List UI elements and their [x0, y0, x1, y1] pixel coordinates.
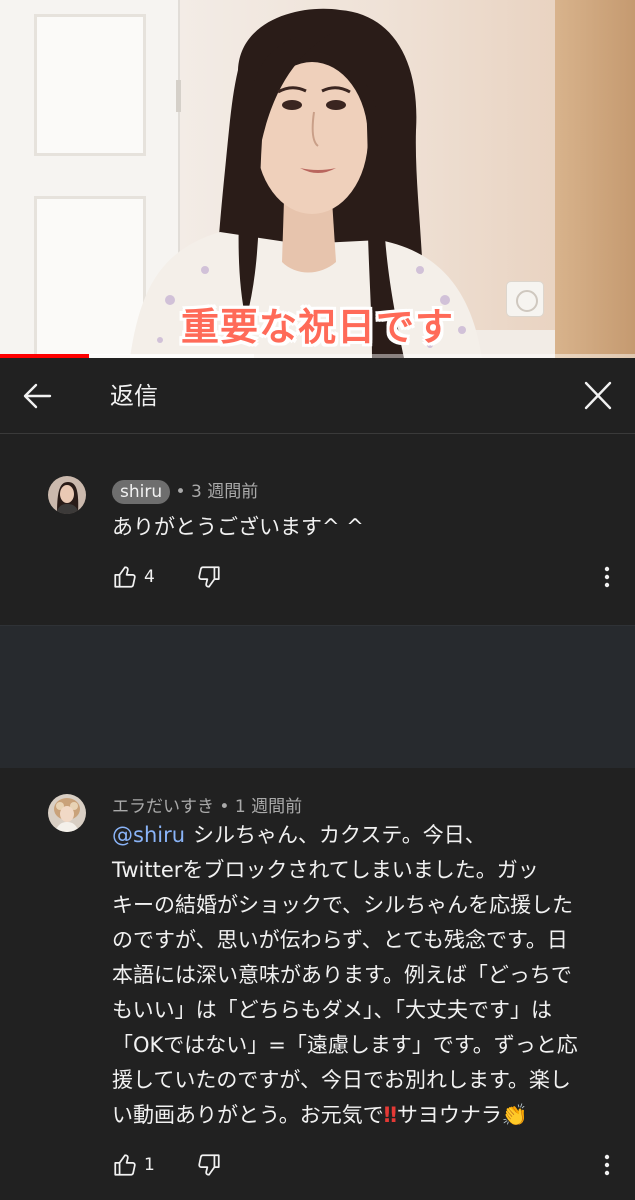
comment-actions: 1 [112, 1150, 222, 1180]
like-count: 1 [144, 1155, 155, 1175]
mention-link[interactable]: @shiru [112, 823, 185, 847]
comment-author[interactable]: shiru [112, 480, 171, 504]
comment-time: 1 週間前 [234, 797, 303, 817]
comment-line: い動画ありがとう。お元気で‼サヨウナラ👏 [112, 1098, 617, 1133]
video-caption: 重要な祝日です [180, 305, 454, 349]
comment-line: のですが、思いが伝わらず、とても残念です。日 [112, 928, 568, 952]
comment-author[interactable]: エラだいすき [112, 797, 214, 817]
arrow-left-icon[interactable] [18, 378, 58, 414]
comment-line-text: シルちゃん、カクステ。今日、 [193, 823, 486, 847]
comment-line: @shiru シルちゃん、カクステ。今日、 [112, 818, 617, 853]
comment-text: @shiru シルちゃん、カクステ。今日、 Twitterをブロックされてしまいま… [112, 818, 617, 1133]
page-title: 返信 [110, 382, 158, 410]
comment-actions: 4 [112, 562, 222, 592]
comment-meta: shiru • 3 週間前 [112, 479, 258, 505]
clapping-hands-emoji: 👏 [501, 1103, 529, 1127]
comment-text: ありがとうございます^ ^ [112, 515, 364, 539]
meta-separator: • [175, 482, 186, 502]
section-divider [0, 625, 635, 768]
comment-line: 「OKではない」=「遠慮します」です。ずっと応 [112, 1033, 578, 1057]
thumb-down-icon[interactable] [196, 564, 222, 590]
comment-item: エラだいすき • 1 週間前 @shiru シルちゃん、カクステ。今日、 Twit… [0, 768, 635, 1200]
close-icon[interactable] [578, 378, 618, 414]
replies-header: 返信 [0, 358, 635, 434]
comment-meta: エラだいすき • 1 週間前 [112, 794, 302, 820]
comment-line: 援していたのですが、今日でお別れします。楽し [112, 1068, 571, 1092]
comment-time: 3 週間前 [190, 482, 259, 502]
comment-line-text: サヨウナラ [396, 1103, 502, 1127]
thumb-up-icon[interactable] [112, 1152, 138, 1178]
comment-line: キーの結婚がショックで、シルちゃんを応援した [112, 893, 574, 917]
double-exclamation-emoji: ‼ [383, 1103, 397, 1127]
more-vert-icon[interactable] [596, 1150, 618, 1180]
comment-line-text: い動画ありがとう。お元気で [112, 1103, 384, 1127]
avatar[interactable] [48, 476, 86, 514]
video-player[interactable]: 重要な祝日です [0, 0, 635, 358]
like-count: 4 [144, 567, 155, 587]
comment-item: shiru • 3 週間前 ありがとうございます^ ^ 4 [0, 454, 635, 624]
meta-separator: • [219, 797, 230, 817]
comment-line: もいい」は「どちらもダメ」、「大丈夫です」は [112, 998, 552, 1022]
more-vert-icon[interactable] [596, 562, 618, 592]
thumb-down-icon[interactable] [196, 1152, 222, 1178]
comment-line: Twitterをブロックされてしまいました。ガッ [112, 858, 539, 882]
thumb-up-icon[interactable] [112, 564, 138, 590]
avatar[interactable] [48, 794, 86, 832]
comment-line: 本語には深い意味があります。例えば「どっちで [112, 963, 572, 987]
